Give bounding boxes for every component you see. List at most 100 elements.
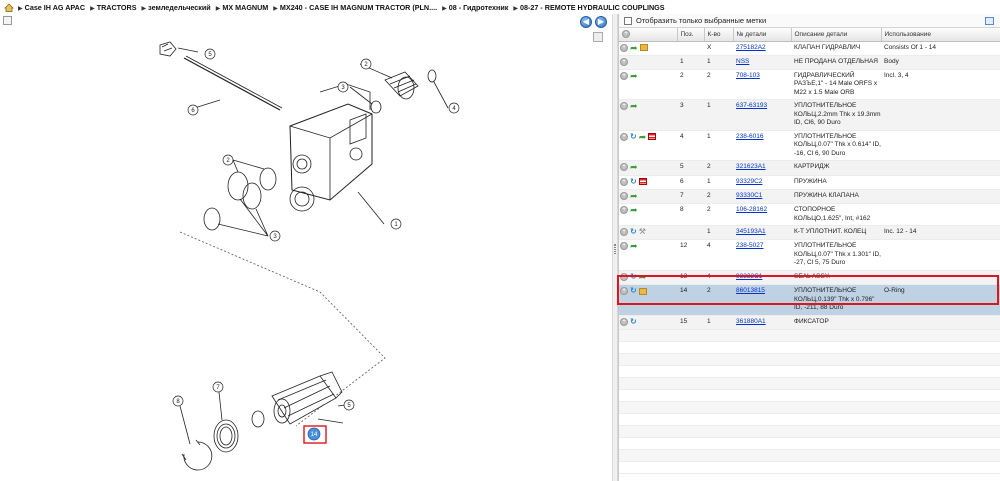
column-header-desc[interactable]: Описание детали — [791, 28, 882, 42]
part-number-link[interactable]: NSS — [736, 58, 749, 65]
expand-icon[interactable]: + — [620, 228, 628, 237]
table-row[interactable]: + ↻ ➦ 13 4 93332C1 SEAL ASSY. — [619, 270, 1000, 286]
o-ring-part[interactable] — [251, 410, 265, 428]
spring-part[interactable] — [213, 419, 239, 453]
part-number-link[interactable]: 93329C2 — [736, 178, 762, 185]
callout[interactable]: 5 — [0, 14, 2, 16]
expand-icon[interactable]: + — [620, 272, 628, 281]
table-row[interactable]: + ↻ ➦ 4 1 238-6016 УПЛОТНИТЕЛЬНОЕ КОЛЬЦ,0.07" … — [619, 130, 1000, 162]
filter-checkbox[interactable] — [624, 16, 632, 25]
breadcrumb-item[interactable]: ▶ земледельческий — [142, 3, 211, 12]
expand-icon[interactable]: + — [620, 206, 628, 215]
replace-icon[interactable]: ↻ — [630, 272, 637, 281]
o-ring-part[interactable] — [427, 69, 437, 83]
table-row[interactable]: +1 1 NSS НЕ ПРОДАНА ОТДЕЛЬНАЯ Body — [619, 55, 1000, 70]
replace-icon[interactable]: ↻ — [630, 132, 637, 141]
column-header-part[interactable]: № детали — [733, 28, 792, 42]
column-header-usage[interactable]: Использование — [881, 28, 1000, 42]
table-row[interactable]: + ➦ 7 2 93330C1 ПРУЖИНА КЛАПАНА — [619, 189, 1000, 205]
part-number-link[interactable]: 106-28162 — [736, 206, 767, 213]
column-header-pos[interactable]: Поз. — [677, 28, 705, 42]
package-icon[interactable] — [639, 44, 648, 51]
green-arrow-icon[interactable]: ➦ — [630, 43, 638, 52]
o-ring-part[interactable] — [259, 167, 277, 191]
home-icon[interactable] — [4, 3, 14, 12]
breadcrumb-item[interactable]: ▶ 08-27 - REMOTE HYDRAULIC COUPLINGS — [513, 3, 664, 12]
callout[interactable]: 4 — [448, 102, 460, 114]
column-header-icons[interactable]: + — [619, 28, 678, 42]
part-number-link[interactable]: 238-5027 — [736, 242, 763, 249]
replace-icon[interactable]: ↻ — [630, 177, 637, 186]
breadcrumb-item[interactable]: ▶ TRACTORS — [90, 3, 136, 12]
green-arrow-icon[interactable]: ➦ — [639, 132, 647, 141]
callout-selected[interactable]: 14 — [307, 427, 321, 441]
o-ring-part[interactable] — [227, 171, 249, 201]
callout[interactable]: 5 — [343, 399, 355, 411]
column-header-qty[interactable]: К-во — [704, 28, 734, 42]
filter-icon[interactable] — [985, 17, 994, 25]
expand-icon[interactable]: + — [620, 191, 628, 200]
table-row[interactable]: + ➦ 12 4 238-5027 УПЛОТНИТЕЛЬНОЕ КОЛЬЦ,0.07" … — [619, 239, 1000, 271]
callout[interactable]: 7 — [212, 381, 224, 393]
green-arrow-icon[interactable]: ➦ — [630, 206, 638, 215]
flag-icon[interactable] — [648, 133, 657, 141]
table-row[interactable]: + ➦ X 275182A2 КЛАПАН ГИДРАВЛИЧ Consists Of 1… — [619, 41, 1000, 56]
callout[interactable]: 8 — [172, 395, 184, 407]
table-row[interactable]: + ➦ 5 2 321623A1 КАРТРИДЖ — [619, 160, 1000, 176]
table-row[interactable]: + ➦ 3 1 637-63193 УПЛОТНИТЕЛЬНОЕ КОЛЬЦ,2.2mm … — [619, 99, 1000, 131]
table-row[interactable]: + ➦ 2 2 708-103 ГИДРАВЛИЧЕСКИЙ РАЗЪЕ,1" - 14 … — [619, 69, 1000, 101]
callout[interactable]: 5 — [204, 48, 216, 60]
table-row[interactable]: + ➦ 8 2 106-28162 СТОПОРНОЕ КОЛЬЦО,1.625", In… — [619, 203, 1000, 227]
part-number-link[interactable]: 93332C1 — [736, 273, 762, 280]
replace-icon[interactable]: ↻ — [630, 317, 637, 326]
part-number-link[interactable]: 345193A1 — [736, 228, 766, 235]
tool-icon[interactable]: ⚒ — [639, 228, 646, 236]
replace-icon[interactable]: ↻ — [630, 287, 637, 295]
part-number-link[interactable]: 238-6016 — [736, 133, 763, 140]
breadcrumb-item[interactable]: ▶ 08 - Гидротехник — [442, 3, 508, 12]
part-number-link[interactable]: 637-63193 — [736, 102, 767, 109]
expand-icon[interactable]: + — [620, 242, 628, 251]
replace-icon[interactable]: ↻ — [630, 228, 637, 236]
callout[interactable]: 3 — [269, 230, 281, 242]
o-ring-part[interactable] — [370, 100, 382, 114]
green-arrow-icon[interactable]: ➦ — [630, 242, 638, 251]
expand-icon[interactable]: + — [620, 71, 628, 80]
o-ring-part[interactable] — [203, 207, 221, 231]
part-number-link[interactable]: 86013815 — [736, 287, 765, 294]
expand-icon[interactable]: + — [620, 132, 628, 141]
green-arrow-icon[interactable]: ➦ — [630, 71, 638, 80]
callout[interactable]: 3 — [337, 81, 349, 93]
green-arrow-icon[interactable]: ➦ — [630, 102, 638, 111]
o-ring-part[interactable] — [242, 182, 262, 210]
callout[interactable]: 1 — [390, 218, 402, 230]
expand-icon[interactable]: + — [620, 43, 628, 52]
package-icon[interactable] — [638, 287, 647, 295]
breadcrumb-item[interactable]: ▶ MX MAGNUM — [216, 3, 269, 12]
expand-icon[interactable]: + — [620, 317, 628, 326]
retaining-ring-part[interactable] — [183, 441, 213, 471]
expand-icon[interactable]: + — [620, 177, 628, 186]
expand-icon[interactable]: + — [620, 287, 628, 296]
table-row[interactable]: + ↻ 6 1 93329C2 ПРУЖИНА — [619, 175, 1000, 190]
expand-icon[interactable]: + — [620, 102, 628, 111]
flag-icon[interactable] — [638, 178, 647, 186]
part-number-link[interactable]: 93330C1 — [736, 192, 762, 199]
table-row[interactable]: + ↻ 14 2 86013815 УПЛОТНИТЕЛЬНОЕ КОЛЬЦ,0.139"… — [619, 284, 1000, 316]
part-number-link[interactable]: 321623A1 — [736, 163, 766, 170]
callout[interactable]: 6 — [187, 104, 199, 116]
expand-icon[interactable]: + — [620, 163, 628, 172]
part-number-link[interactable]: 361880A1 — [736, 318, 766, 325]
green-arrow-icon[interactable]: ➦ — [630, 163, 638, 172]
green-arrow-icon[interactable]: ➦ — [639, 272, 647, 281]
breadcrumb-item[interactable]: ▶ Case IH AG APAC — [18, 3, 85, 12]
callout[interactable]: 2 — [222, 154, 234, 166]
green-arrow-icon[interactable]: ➦ — [630, 191, 638, 200]
part-number-link[interactable]: 708-103 — [736, 72, 760, 79]
table-row[interactable]: + ↻ 15 1 361880A1 ФИКСАТОР — [619, 315, 1000, 330]
callout[interactable]: 2 — [360, 58, 372, 70]
part-number-link[interactable]: 275182A2 — [736, 44, 766, 51]
expand-icon[interactable]: + — [620, 57, 628, 66]
table-row[interactable]: + ↻ ⚒ 1 345193A1 К-Т УПЛОТНИТ. КОЛЕЦ Inc. 12 -… — [619, 225, 1000, 241]
breadcrumb-item[interactable]: ▶ MX240 - CASE IH MAGNUM TRACTOR (PLN.... — [273, 3, 437, 12]
